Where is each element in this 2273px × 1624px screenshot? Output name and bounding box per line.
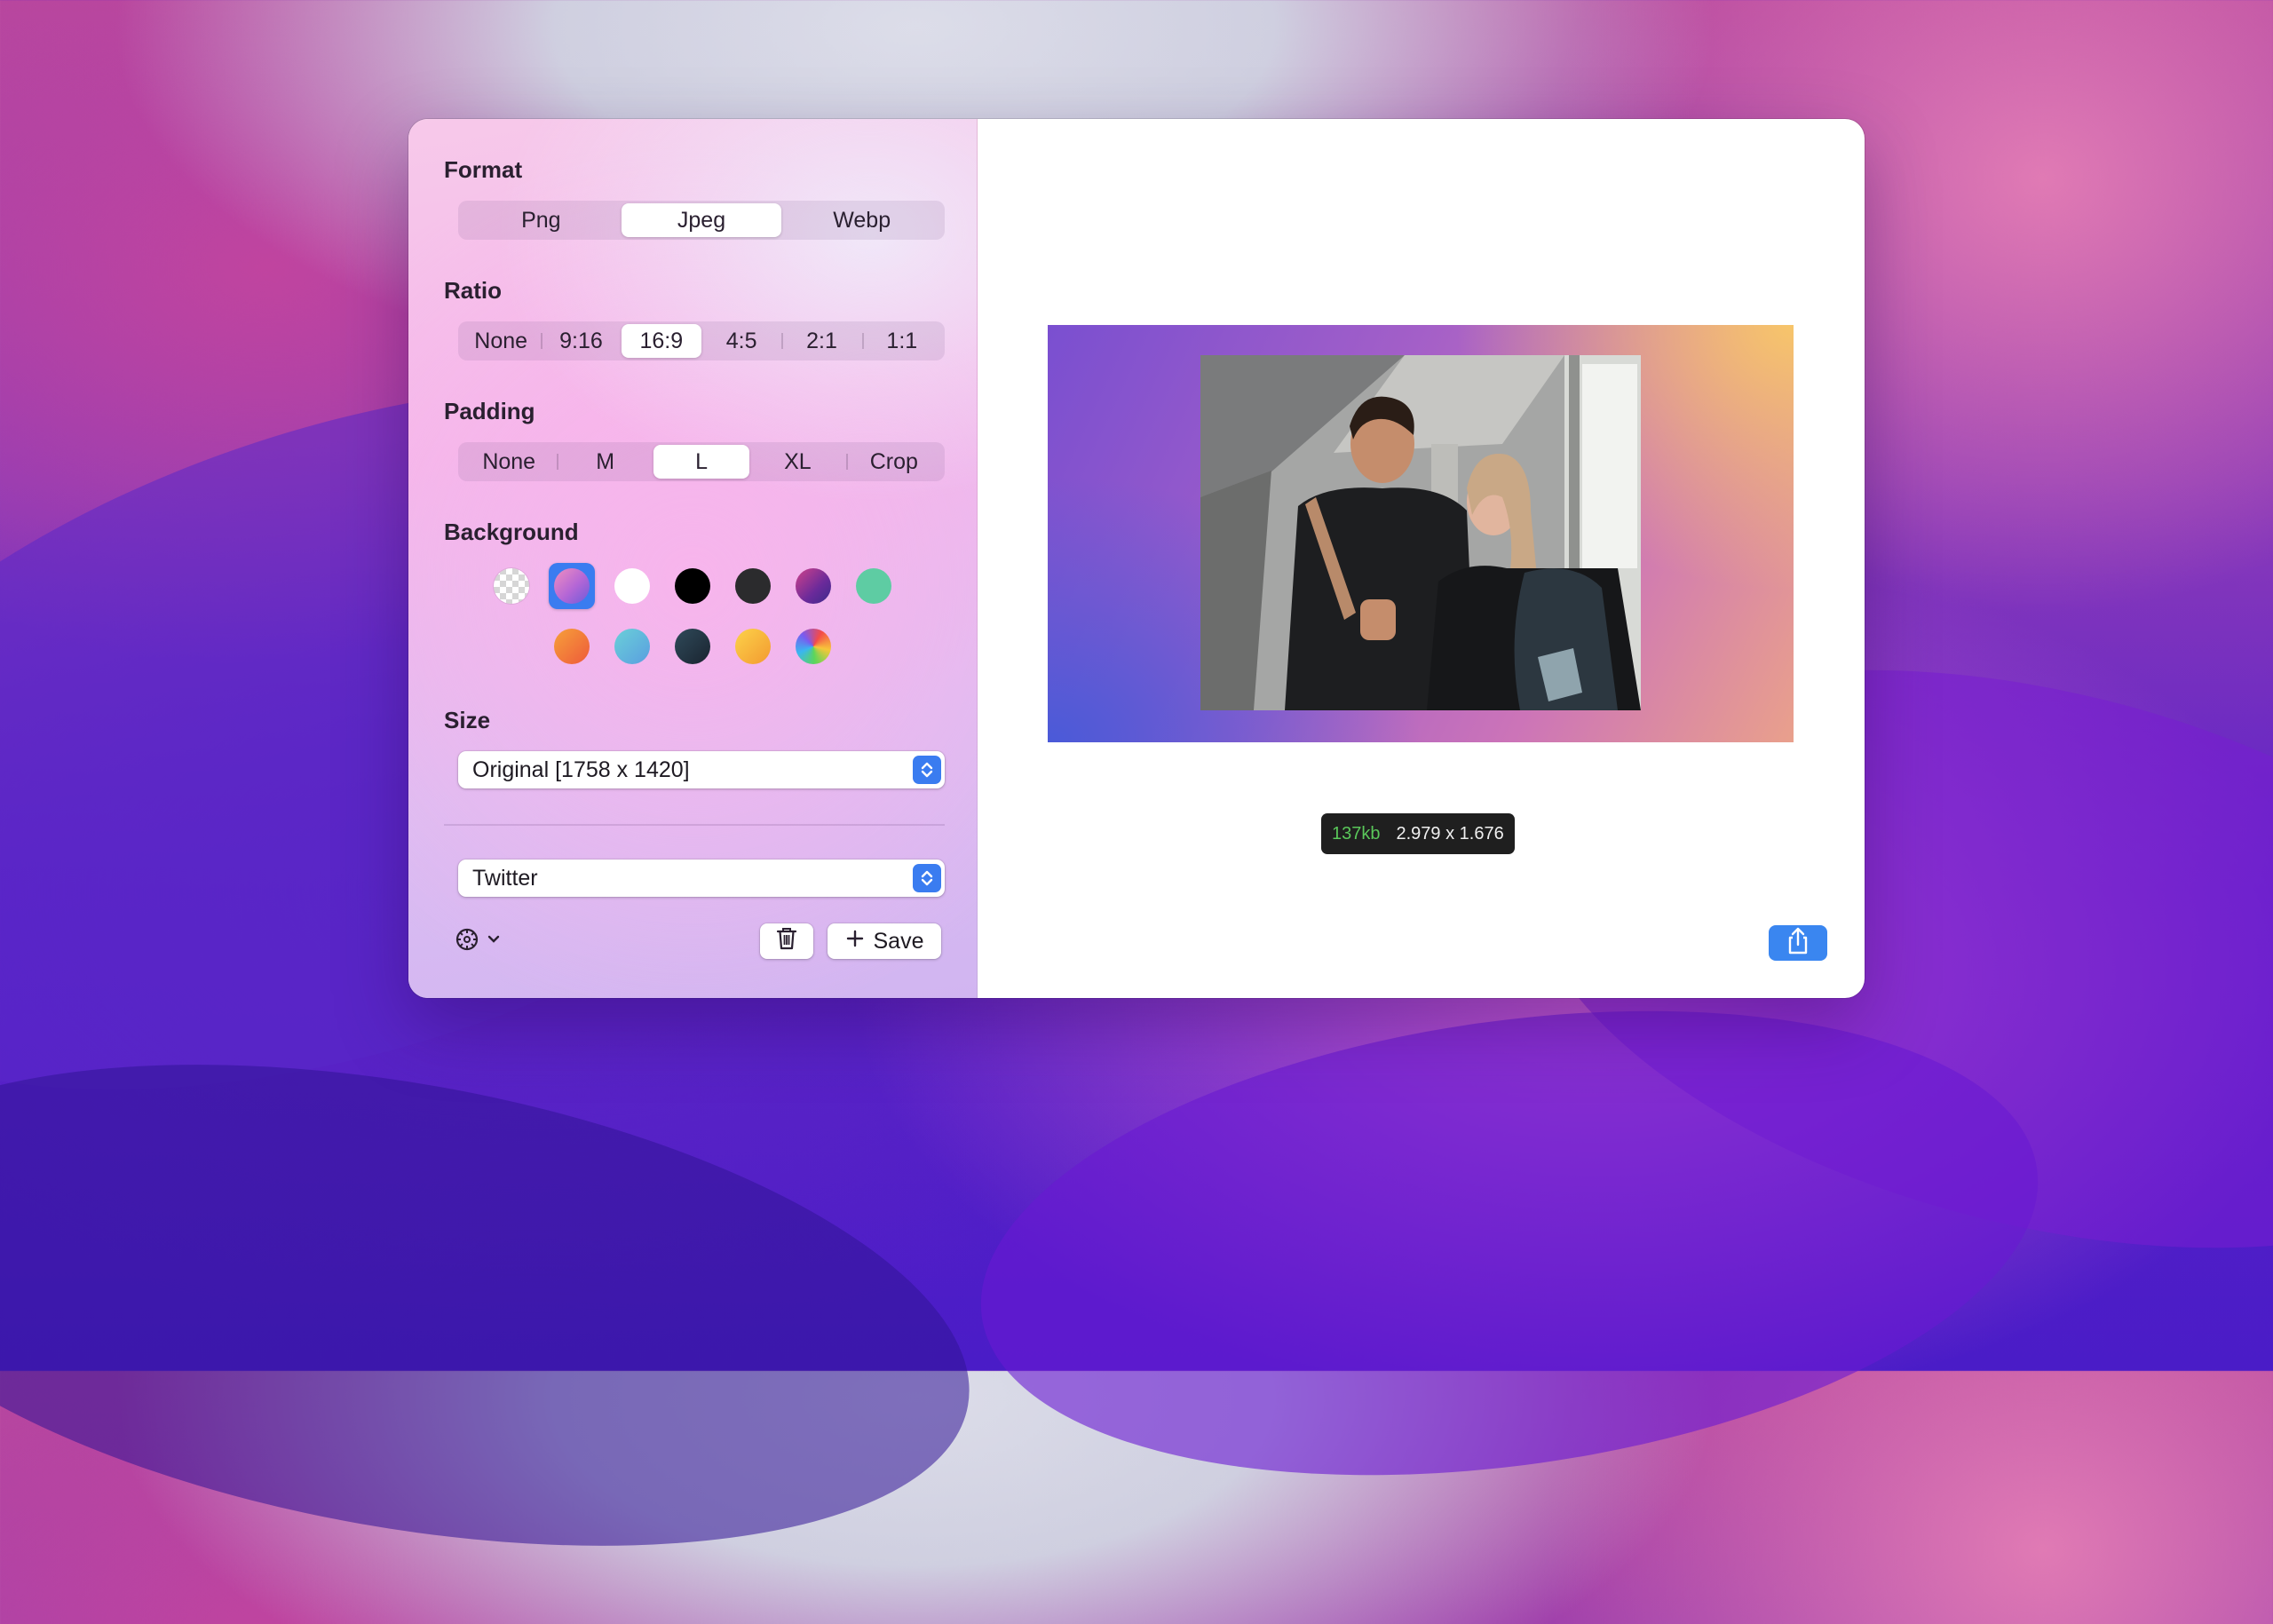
app-window: Format Png Jpeg Webp Ratio None 9:16 16:… xyxy=(408,119,1865,998)
background-swatch-black[interactable] xyxy=(675,568,710,604)
gear-icon xyxy=(453,925,481,958)
background-swatch-slate[interactable] xyxy=(675,629,710,664)
background-swatch-orange-red[interactable] xyxy=(554,629,590,664)
background-swatch-magenta-indigo[interactable] xyxy=(796,568,831,604)
sidebar-divider xyxy=(444,824,945,826)
padding-label: Padding xyxy=(444,398,535,424)
preview-canvas xyxy=(1048,325,1794,742)
padding-option-m[interactable]: M xyxy=(557,445,653,479)
delete-button[interactable] xyxy=(760,923,813,959)
size-popup[interactable]: Original [1758 x 1420] xyxy=(458,751,945,788)
ratio-option-none[interactable]: None xyxy=(461,324,541,358)
format-option-webp[interactable]: Webp xyxy=(781,203,942,237)
background-swatch-dark-gray[interactable] xyxy=(735,568,771,604)
format-label: Format xyxy=(444,156,523,183)
ratio-segmented-control: None 9:16 16:9 4:5 2:1 1:1 xyxy=(458,321,945,360)
background-swatch-transparent[interactable] xyxy=(494,568,529,604)
background-label: Background xyxy=(444,519,579,545)
background-swatch-teal-blue[interactable] xyxy=(614,629,650,664)
ratio-option-16-9[interactable]: 16:9 xyxy=(621,324,701,358)
format-segmented-control: Png Jpeg Webp xyxy=(458,201,945,240)
background-swatch-rainbow[interactable] xyxy=(796,629,831,664)
chevron-up-down-icon xyxy=(913,756,941,784)
background-swatch-mint[interactable] xyxy=(856,568,891,604)
padding-option-none[interactable]: None xyxy=(461,445,557,479)
wallpaper-wave xyxy=(0,986,1007,1624)
dimensions-text: 2.979 x 1.676 xyxy=(1396,823,1504,844)
size-popup-value: Original [1758 x 1420] xyxy=(472,757,690,782)
background-swatch-white[interactable] xyxy=(614,568,650,604)
format-option-jpeg[interactable]: Jpeg xyxy=(621,203,782,237)
padding-segmented-control: None M L XL Crop xyxy=(458,442,945,481)
chevron-up-down-icon xyxy=(913,864,941,892)
padding-option-crop[interactable]: Crop xyxy=(845,445,942,479)
save-button-label: Save xyxy=(873,928,924,954)
ratio-option-9-16[interactable]: 9:16 xyxy=(541,324,621,358)
format-option-png[interactable]: Png xyxy=(461,203,622,237)
ratio-option-4-5[interactable]: 4:5 xyxy=(701,324,781,358)
ratio-option-1-1[interactable]: 1:1 xyxy=(861,324,942,358)
size-label: Size xyxy=(444,707,491,733)
wallpaper-wave xyxy=(951,948,2068,1538)
preset-popup-value: Twitter xyxy=(472,865,538,891)
padding-option-l[interactable]: L xyxy=(653,445,750,479)
plus-icon xyxy=(845,929,865,955)
padding-option-xl[interactable]: XL xyxy=(749,445,845,479)
preset-popup[interactable]: Twitter xyxy=(458,860,945,897)
chevron-down-icon xyxy=(487,933,501,949)
file-size-text: 137kb xyxy=(1332,823,1381,844)
share-icon xyxy=(1783,926,1813,961)
image-info-badge: 137kb 2.979 x 1.676 xyxy=(1321,813,1515,854)
save-button[interactable]: Save xyxy=(828,923,941,959)
background-swatch-yellow-orange[interactable] xyxy=(735,629,771,664)
share-button[interactable] xyxy=(1769,925,1827,961)
ratio-label: Ratio xyxy=(444,277,502,304)
preview-photo xyxy=(1200,355,1641,710)
background-swatch-pink-purple-gradient[interactable] xyxy=(554,568,590,604)
settings-menu-button[interactable] xyxy=(453,923,510,959)
settings-sidebar: Format Png Jpeg Webp Ratio None 9:16 16:… xyxy=(408,119,978,998)
trash-icon xyxy=(775,926,798,957)
ratio-option-2-1[interactable]: 2:1 xyxy=(781,324,861,358)
